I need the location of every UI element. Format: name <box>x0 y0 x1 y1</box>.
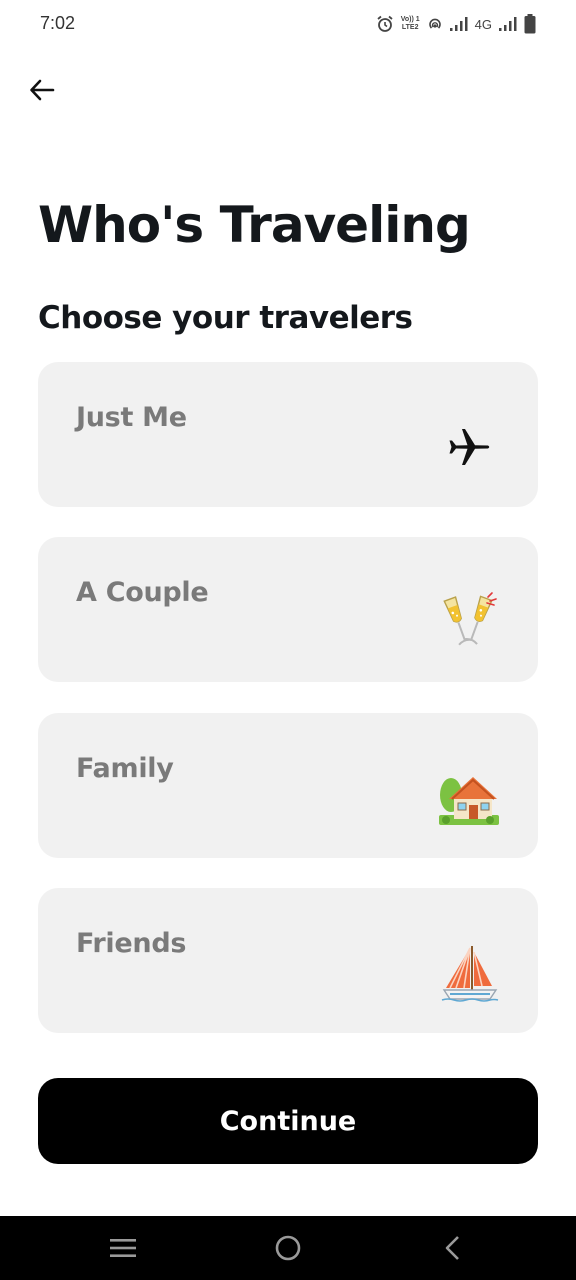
home-circle-icon <box>275 1235 301 1261</box>
airplane-icon <box>436 414 502 480</box>
network-type: 4G <box>474 16 492 32</box>
back-button[interactable] <box>24 72 60 108</box>
page-title: Who's Traveling <box>38 196 471 254</box>
back-chevron-icon <box>445 1236 459 1260</box>
battery-icon <box>524 14 536 34</box>
option-label: Friends <box>76 928 187 959</box>
system-back-button[interactable] <box>433 1228 473 1268</box>
signal-icon <box>499 17 517 31</box>
option-label: Just Me <box>76 402 187 433</box>
status-bar: 7:02 Vo)) 1 LTE2 4G <box>0 0 576 50</box>
status-time: 7:02 <box>40 13 76 33</box>
continue-button[interactable]: Continue <box>38 1078 538 1164</box>
option-just-me[interactable]: Just Me <box>38 362 538 507</box>
menu-icon <box>110 1239 136 1257</box>
recent-apps-button[interactable] <box>103 1228 143 1268</box>
hotspot-icon <box>428 18 441 29</box>
option-a-couple[interactable]: A Couple <box>38 537 538 682</box>
option-family[interactable]: Family <box>38 713 538 858</box>
volte-icon: Vo)) 1 LTE2 <box>400 16 420 31</box>
sailboat-icon <box>436 940 502 1006</box>
status-icons: Vo)) 1 LTE2 4G <box>376 12 536 36</box>
section-title: Choose your travelers <box>38 300 413 336</box>
alarm-icon <box>377 15 393 32</box>
arrow-left-icon <box>30 79 55 101</box>
home-button[interactable] <box>268 1228 308 1268</box>
signal-icon <box>449 17 468 31</box>
champagne-glasses-icon <box>436 589 502 655</box>
navigation-bar <box>0 1216 576 1280</box>
option-label: A Couple <box>76 577 209 608</box>
house-icon <box>436 765 502 831</box>
option-friends[interactable]: Friends <box>38 888 538 1033</box>
option-label: Family <box>76 753 174 784</box>
